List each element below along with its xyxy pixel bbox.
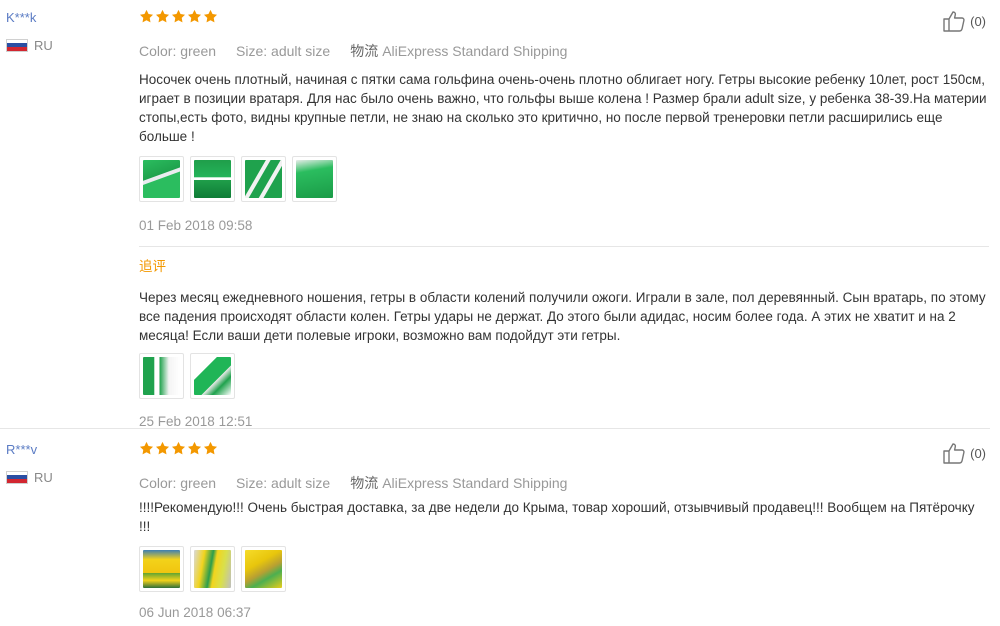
size-attribute: Size: adult size [236, 475, 331, 491]
color-attribute: Color: green [139, 43, 217, 59]
reviewer-info: R***v RU [6, 442, 126, 485]
russia-flag-icon [6, 470, 28, 484]
review-photo-thumbnail[interactable] [139, 156, 184, 202]
reviewer-country: RU [6, 37, 126, 53]
star-rating [139, 9, 989, 27]
shipping-label: 物流 [350, 43, 379, 59]
review-photo-thumbnail[interactable] [292, 156, 337, 202]
review-photo-thumbnail[interactable] [190, 546, 235, 592]
order-attributes: Color: green Size: adult size 物流 AliExpre… [139, 42, 989, 60]
star-icon [171, 441, 186, 456]
star-icon [155, 9, 170, 24]
followup-divider [139, 246, 989, 247]
followup-label: 追评 [139, 259, 166, 274]
star-icon [187, 9, 202, 24]
review-card: K***k RU (0) Color: green Size: adult si… [0, 0, 1000, 431]
review-photo-thumbnail[interactable] [139, 546, 184, 592]
review-card: R***v RU (0) Color: green Size: adult si… [0, 430, 1000, 626]
star-rating [139, 441, 989, 459]
reviewer-name[interactable]: K***k [6, 10, 126, 26]
star-icon [203, 9, 218, 24]
review-divider [0, 428, 990, 429]
followup-text: Через месяц ежедневного ношения, гетры в… [139, 290, 986, 343]
review-text: Носочек очень плотный, начиная с пятки с… [139, 72, 987, 144]
reviewer-country: RU [6, 469, 126, 485]
reviewer-info: K***k RU [6, 10, 126, 53]
followup-photo-thumbnail[interactable] [139, 353, 184, 399]
star-icon [203, 441, 218, 456]
followup-photos [139, 353, 989, 399]
star-icon [139, 441, 154, 456]
shipping-label: 物流 [350, 475, 379, 491]
country-code: RU [34, 469, 53, 485]
shipping-method: AliExpress Standard Shipping [382, 475, 568, 491]
russia-flag-icon [6, 38, 28, 52]
review-photo-thumbnail[interactable] [241, 546, 286, 592]
country-code: RU [34, 37, 53, 53]
color-attribute: Color: green [139, 475, 217, 491]
followup-photo-thumbnail[interactable] [190, 353, 235, 399]
review-text: !!!!Рекомендую!!! Очень быстрая доставка… [139, 500, 975, 534]
shipping-attribute: 物流 AliExpress Standard Shipping [350, 474, 567, 492]
review-photos [139, 156, 989, 202]
order-attributes: Color: green Size: adult size 物流 AliExpre… [139, 474, 989, 492]
review-photo-thumbnail[interactable] [241, 156, 286, 202]
reviewer-name[interactable]: R***v [6, 442, 126, 458]
review-body: Color: green Size: adult size 物流 AliExpre… [139, 9, 989, 431]
star-icon [171, 9, 186, 24]
review-date: 01 Feb 2018 09:58 [139, 218, 253, 233]
shipping-attribute: 物流 AliExpress Standard Shipping [350, 42, 567, 60]
star-icon [155, 441, 170, 456]
size-attribute: Size: adult size [236, 43, 331, 59]
review-photos [139, 546, 989, 592]
star-icon [187, 441, 202, 456]
shipping-method: AliExpress Standard Shipping [382, 43, 568, 59]
review-photo-thumbnail[interactable] [190, 156, 235, 202]
review-body: Color: green Size: adult size 物流 AliExpre… [139, 441, 989, 622]
star-icon [139, 9, 154, 24]
review-date: 06 Jun 2018 06:37 [139, 605, 251, 620]
